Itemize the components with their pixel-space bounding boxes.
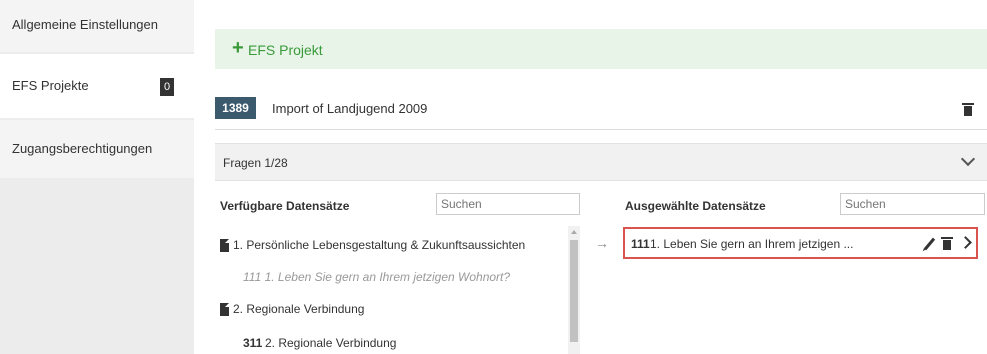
list-item-text: 1. Leben Sie gern an Ihrem jetzigen ... [650, 237, 854, 251]
main-content: + EFS Projekt 1389 Import of Landjugend … [215, 0, 987, 354]
list-item-number: 311 [243, 336, 263, 350]
sidebar-item-efs-projekte[interactable]: EFS Projekte 0 [0, 54, 194, 118]
project-row[interactable]: 1389 Import of Landjugend 2009 [215, 93, 987, 130]
count-badge: 0 [160, 78, 174, 96]
list-item[interactable]: 1. Persönliche Lebensgestaltung & Zukunf… [233, 238, 525, 252]
sidebar-item-label: EFS Projekte [12, 78, 89, 93]
sidebar-item-label: Allgemeine Einstellungen [12, 17, 158, 32]
sidebar-item-allgemeine-einstellungen[interactable]: Allgemeine Einstellungen [0, 0, 194, 52]
selected-heading: Ausgewählte Datensätze [625, 199, 766, 213]
plus-icon: + [232, 37, 244, 59]
scrollbar-thumb[interactable] [570, 240, 578, 342]
scroll-up-arrow-icon[interactable] [571, 230, 577, 234]
available-list: 1. Persönliche Lebensgestaltung & Zukunf… [215, 226, 580, 354]
delete-project-trash-icon[interactable] [962, 103, 974, 116]
selected-list-item[interactable]: 111 1. Leben Sie gern an Ihrem jetzigen … [623, 227, 978, 259]
document-icon [220, 239, 229, 252]
arrow-right-icon: → [595, 235, 609, 251]
scrollbar[interactable] [568, 226, 580, 354]
project-id-badge: 1389 [215, 97, 256, 119]
available-heading: Verfügbare Datensätze [220, 199, 350, 213]
pencil-icon[interactable] [923, 237, 936, 251]
list-item[interactable]: 111 1. Leben Sie gern an Ihrem jetzigen … [243, 270, 510, 284]
fragen-label: Fragen 1/28 [223, 156, 288, 170]
selected-search-input[interactable] [840, 193, 985, 215]
trash-icon[interactable] [941, 237, 953, 250]
list-item[interactable]: 2. Regionale Verbindung [233, 302, 364, 316]
add-project-label: EFS Projekt [248, 42, 323, 58]
project-title: Import of Landjugend 2009 [272, 101, 428, 116]
available-search-input[interactable] [436, 193, 580, 215]
sidebar-item-label: Zugangsberechtigungen [12, 141, 153, 156]
sidebar: Allgemeine Einstellungen EFS Projekte 0 … [0, 0, 194, 354]
chevron-down-icon[interactable] [960, 151, 976, 167]
chevron-right-icon[interactable] [959, 236, 972, 249]
fragen-header[interactable]: Fragen 1/28 [215, 143, 987, 181]
add-efs-project-button[interactable]: + EFS Projekt [215, 29, 987, 69]
list-item-number: 111 [631, 237, 650, 251]
list-item[interactable]: 2. Regionale Verbindung [265, 336, 396, 350]
document-icon [220, 303, 229, 316]
sidebar-item-zugangsberechtigungen[interactable]: Zugangsberechtigungen [0, 120, 194, 178]
